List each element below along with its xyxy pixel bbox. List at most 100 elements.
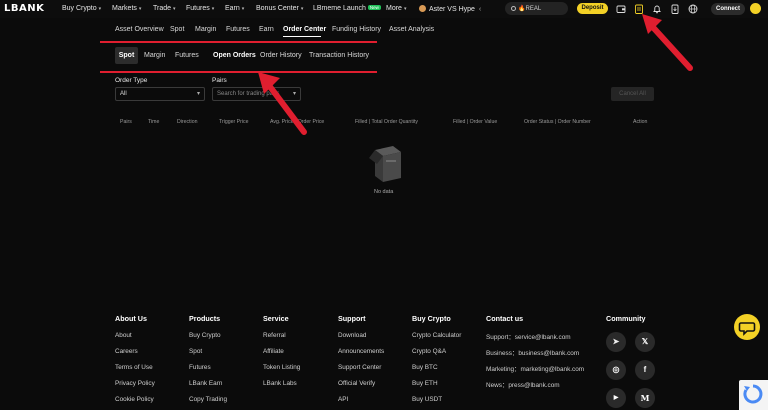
footer-link[interactable]: Marketing：marketing@lbank.com [486,364,584,373]
lbank-logo[interactable]: LBANK [4,3,44,14]
footer-link[interactable]: Referral [263,332,286,339]
col-header: Direction [177,119,198,125]
nav-more[interactable]: More ▾ [386,5,406,12]
recaptcha-badge[interactable] [739,380,768,410]
footer-link[interactable]: Buy Crypto [189,332,221,339]
footer-link[interactable]: Buy BTC [412,364,438,371]
nav-aster-vs-hype[interactable]: Aster VS Hype ‹ [419,5,481,13]
order-type-label: Order Type [115,77,148,84]
telegram-icon[interactable]: ➤ [606,332,626,352]
connect-button[interactable]: Connect [711,3,745,15]
col-header: Time [148,119,160,125]
pairs-search-input[interactable]: Search for trading pairs ▾ [212,87,301,101]
facebook-icon[interactable]: f [635,360,655,380]
search-icon [511,6,516,11]
no-data-text: No data [374,189,394,195]
search-input[interactable]: 🔥REAL [505,2,568,15]
col-header: Filled | Order Value [453,119,498,125]
nav-trade[interactable]: Trade ▾ [153,5,176,12]
col-header: Pairs [120,119,132,125]
subtab-open-orders[interactable]: Open Orders [213,52,256,59]
tab-funding-history[interactable]: Funding History [332,26,381,33]
tab-asset-analysis[interactable]: Asset Analysis [389,26,434,33]
footer-link[interactable]: Support：service@lbank.com [486,332,571,341]
youtube-icon[interactable]: ▶ [606,388,626,408]
tab-order-center[interactable]: Order Center [283,26,326,33]
deposit-button[interactable]: Deposit [577,3,608,14]
col-header: Order Status | Order Number [524,119,591,125]
nav-markets[interactable]: Markets ▾ [112,5,141,12]
nav-label: Trade [153,5,172,12]
footer-link[interactable]: About [115,332,132,339]
footer-link[interactable]: Affiliate [263,348,284,355]
chevron-down-icon: ▾ [300,6,304,12]
medium-icon[interactable]: M [635,388,655,408]
footer-link[interactable]: Crypto Calculator [412,332,461,339]
chat-support-button[interactable] [734,314,760,340]
footer-column-title: Service [263,314,289,323]
instagram-icon[interactable]: ◎ [606,360,626,380]
footer-link[interactable]: Copy Trading [189,396,227,403]
active-tab-underline [283,36,321,37]
footer-link[interactable]: Announcements [338,348,384,355]
empty-box-icon [369,146,401,182]
subtab-futures[interactable]: Futures [175,52,199,59]
nav-bonus-center[interactable]: Bonus Center ▾ [256,5,303,12]
footer-link[interactable]: Official Verify [338,380,375,387]
footer-link[interactable]: Buy USDT [412,396,442,403]
footer-link[interactable]: Download [338,332,366,339]
nav-futures[interactable]: Futures ▾ [186,5,214,12]
chevron-down-icon: ▾ [241,6,245,12]
annotation-underline [100,71,377,73]
col-header: Action [633,119,648,125]
globe-icon[interactable] [688,4,698,14]
footer-link[interactable]: API [338,396,348,403]
wallet-icon[interactable] [616,4,626,14]
footer-link[interactable]: Spot [189,348,202,355]
nav-label: Bonus Center [256,5,299,12]
footer-link[interactable]: Buy ETH [412,380,438,387]
order-type-select[interactable]: All ▾ [115,87,205,101]
recaptcha-icon [743,384,763,404]
col-header: Avg. Price | Order Price [270,119,325,125]
footer-column-title: Contact us [486,314,524,323]
footer-link[interactable]: Futures [189,364,211,371]
footer-link[interactable]: News：press@lbank.com [486,380,560,389]
cancel-all-button[interactable]: Cancel All [611,87,654,101]
footer-link[interactable]: Cookie Policy [115,396,154,403]
chevron-down-icon: ▾ [211,6,215,12]
nav-label: Buy Crypto [62,5,97,12]
chevron-down-icon: ▾ [196,91,200,97]
footer-link[interactable]: Crypto Q&A [412,348,446,355]
tab-margin[interactable]: Margin [195,26,216,33]
avatar[interactable] [750,3,761,14]
subtab-order-history[interactable]: Order History [260,52,302,59]
tab-earn[interactable]: Earn [259,26,274,33]
footer-column-title: Buy Crypto [412,314,451,323]
orders-icon[interactable] [634,4,644,14]
chevron-down-icon: ▾ [138,6,142,12]
nav-lbmeme-launch[interactable]: LBmeme Launch New [313,5,381,12]
footer-link[interactable]: Terms of Use [115,364,153,371]
subtab-spot[interactable]: Spot [115,47,138,64]
footer-link[interactable]: LBank Earn [189,380,222,387]
nav-label: Futures [186,5,210,12]
annotation-arrow [258,72,307,135]
download-icon[interactable] [670,4,680,14]
footer-link[interactable]: Business：business@lbank.com [486,348,579,357]
x-icon[interactable]: 𝕏 [635,332,655,352]
nav-buy-crypto[interactable]: Buy Crypto ▾ [62,5,101,12]
tab-asset-overview[interactable]: Asset Overview [115,26,164,33]
footer-link[interactable]: Support Center [338,364,381,371]
tab-futures[interactable]: Futures [226,26,250,33]
footer-link[interactable]: Privacy Policy [115,380,155,387]
tab-spot[interactable]: Spot [170,26,184,33]
aster-icon [419,5,426,12]
footer-link[interactable]: LBank Labs [263,380,297,387]
subtab-transaction-history[interactable]: Transaction History [309,52,369,59]
nav-earn[interactable]: Earn ▾ [225,5,244,12]
bell-icon[interactable] [652,4,662,14]
subtab-margin[interactable]: Margin [144,52,165,59]
footer-link[interactable]: Token Listing [263,364,300,371]
footer-link[interactable]: Careers [115,348,138,355]
